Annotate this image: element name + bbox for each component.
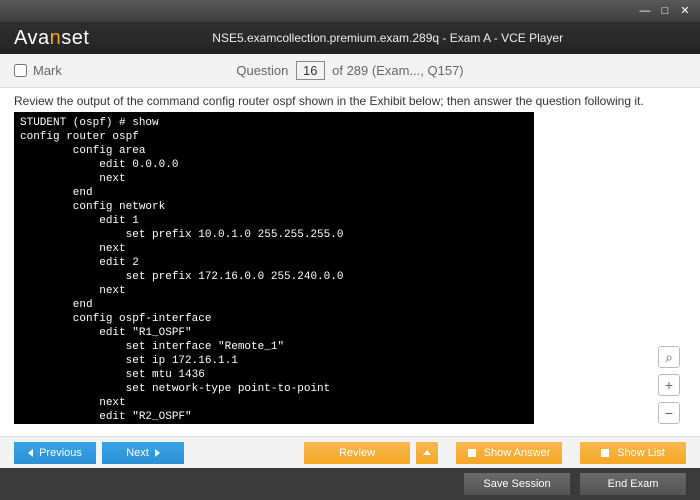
zoom-controls: ⌕ + − (658, 346, 680, 424)
question-total: of 289 (Exam..., Q157) (332, 63, 464, 78)
terminal-exhibit: STUDENT (ospf) # show config router ospf… (14, 112, 534, 424)
file-title: NSE5.examcollection.premium.exam.289q - … (89, 31, 686, 45)
zoom-out-button[interactable]: − (658, 402, 680, 424)
session-footer: Save Session End Exam (0, 468, 700, 500)
magnifier-icon[interactable]: ⌕ (658, 346, 680, 368)
question-instruction: Review the output of the command config … (0, 88, 700, 112)
chevron-left-icon (28, 449, 33, 457)
mark-label: Mark (33, 63, 62, 78)
next-button[interactable]: Next (102, 442, 184, 464)
brand-post: set (61, 27, 89, 49)
question-indicator: Question 16 of 289 (Exam..., Q157) (194, 61, 506, 80)
app-header: Avanset NSE5.examcollection.premium.exam… (0, 22, 700, 54)
show-list-button[interactable]: Show List (580, 442, 686, 464)
next-label: Next (126, 447, 149, 459)
show-answer-label: Show Answer (484, 447, 551, 459)
previous-button[interactable]: Previous (14, 442, 96, 464)
minimize-button[interactable]: — (636, 4, 654, 18)
chevron-right-icon (155, 449, 160, 457)
previous-label: Previous (39, 447, 82, 459)
mark-checkbox[interactable] (14, 64, 27, 77)
end-exam-button[interactable]: End Exam (580, 473, 686, 495)
question-word: Question (236, 63, 288, 78)
close-button[interactable]: ✕ (676, 4, 694, 18)
brand-logo: Avanset (14, 27, 89, 50)
content-area: Review the output of the command config … (0, 88, 700, 436)
nav-footer: Previous Next Review Show Answer Show Li… (0, 436, 700, 468)
brand-accent: n (50, 27, 62, 49)
square-icon (601, 449, 609, 457)
review-button[interactable]: Review (304, 442, 410, 464)
chevron-up-icon (423, 450, 431, 455)
show-list-label: Show List (617, 447, 665, 459)
maximize-button[interactable]: □ (656, 4, 674, 18)
mark-checkbox-wrap[interactable]: Mark (14, 63, 194, 78)
review-menu-button[interactable] (416, 442, 438, 464)
save-session-button[interactable]: Save Session (464, 473, 570, 495)
brand-pre: Ava (14, 27, 50, 49)
show-answer-button[interactable]: Show Answer (456, 442, 562, 464)
question-bar: Mark Question 16 of 289 (Exam..., Q157) (0, 54, 700, 88)
square-icon (468, 449, 476, 457)
window-titlebar: — □ ✕ (0, 0, 700, 22)
review-label: Review (339, 447, 375, 459)
zoom-in-button[interactable]: + (658, 374, 680, 396)
question-number-box: 16 (296, 61, 324, 80)
